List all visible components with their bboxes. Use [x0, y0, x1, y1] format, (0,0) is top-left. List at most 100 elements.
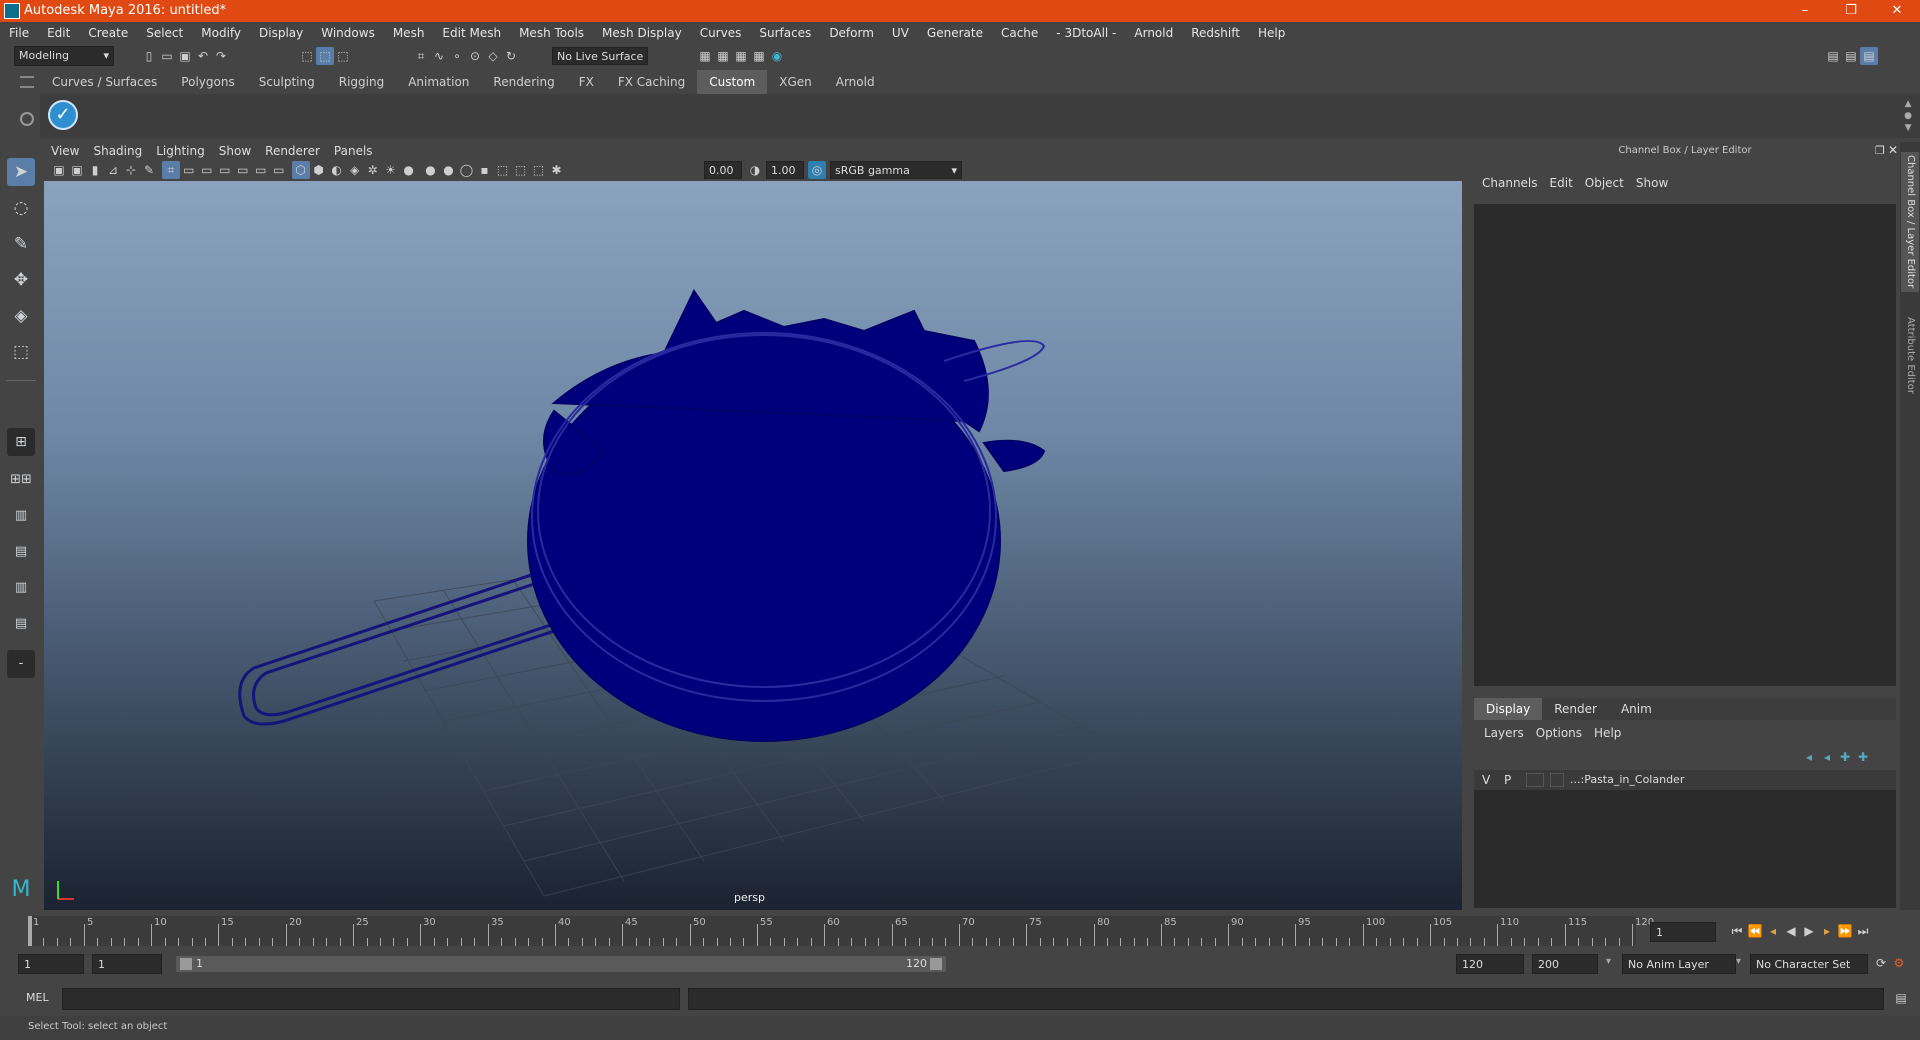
auto-key-icon[interactable]: ⟳: [1872, 954, 1890, 972]
layer-row[interactable]: V P ...:Pasta_in_Colander: [1474, 770, 1896, 790]
snap-grid-icon[interactable]: ⌗: [412, 47, 430, 65]
anim-layer-dropdown[interactable]: No Anim Layer: [1622, 954, 1736, 974]
end-time-field[interactable]: 200: [1532, 954, 1598, 974]
new-layer-selected-icon[interactable]: ✚: [1836, 748, 1854, 766]
channel-box-toggle-icon[interactable]: ▤: [1860, 47, 1878, 65]
single-pane-layout-icon[interactable]: ⊞: [7, 428, 35, 456]
menu-create[interactable]: Create: [79, 22, 137, 44]
menu-help[interactable]: Help: [1249, 22, 1294, 44]
tab-display[interactable]: Display: [1474, 698, 1543, 720]
outliner-layout-icon[interactable]: ▤: [7, 538, 35, 566]
workspace-icon[interactable]: ▤: [1824, 47, 1842, 65]
close-panel-icon[interactable]: ✕: [1888, 143, 1898, 157]
menu-edit[interactable]: Edit: [38, 22, 79, 44]
shelf-tab-fx-caching[interactable]: FX Caching: [606, 70, 697, 94]
field-chart-icon[interactable]: ▭: [234, 161, 252, 179]
shelf-tab-xgen[interactable]: XGen: [767, 70, 824, 94]
shadows-icon[interactable]: ☀: [382, 161, 400, 179]
chevron-down-icon[interactable]: ▾: [1736, 956, 1741, 967]
color-management-icon[interactable]: ◎: [808, 161, 826, 179]
menu-curves[interactable]: Curves: [691, 22, 751, 44]
ambient-occlusion-icon[interactable]: ●: [400, 161, 418, 179]
time-slider[interactable]: 1 5 10 15 20 25 30 35 40 45 50 55 60 65 70 75 80 85 90 95 10…: [0, 914, 1920, 948]
viewport-menu-show[interactable]: Show: [212, 142, 258, 160]
layout-menu-icon[interactable]: -: [7, 650, 35, 678]
menu-mesh[interactable]: Mesh: [384, 22, 434, 44]
range-start-handle[interactable]: [180, 958, 192, 970]
shelf-tab-fx[interactable]: FX: [567, 70, 606, 94]
range-end-handle[interactable]: [930, 958, 942, 970]
menu-modify[interactable]: Modify: [192, 22, 250, 44]
four-pane-layout-icon[interactable]: ⊞⊞: [7, 466, 35, 494]
shelf-settings-icon[interactable]: [20, 112, 34, 126]
wireframe-on-shaded-icon[interactable]: ◐: [328, 161, 346, 179]
motion-blur-icon[interactable]: ●: [421, 161, 439, 179]
snap-curve-icon[interactable]: ∿: [430, 47, 448, 65]
shelf-tab-curves-surfaces[interactable]: Curves / Surfaces: [40, 70, 169, 94]
playback-end-field[interactable]: 120: [1456, 954, 1524, 974]
paint-select-tool-icon[interactable]: ✎: [7, 230, 35, 258]
select-tool-icon[interactable]: ➤: [7, 158, 35, 186]
shelf-tab-custom[interactable]: Custom: [697, 70, 768, 94]
layer-playback-toggle[interactable]: P: [1504, 773, 1511, 787]
shelf-tab-rendering[interactable]: Rendering: [481, 70, 566, 94]
layer-color-swatch[interactable]: [1550, 773, 1564, 787]
select-component-icon[interactable]: ⬚: [334, 47, 352, 65]
textured-icon[interactable]: ◈: [346, 161, 364, 179]
panel-layout-icon[interactable]: ▤: [1842, 47, 1860, 65]
move-layer-down-icon[interactable]: ◂: [1818, 748, 1836, 766]
gate-mask-icon[interactable]: ▭: [216, 161, 234, 179]
side-tab-channel-box[interactable]: Channel Box / Layer Editor: [1901, 152, 1919, 292]
menu-mesh-tools[interactable]: Mesh Tools: [510, 22, 593, 44]
layer-visibility-toggle[interactable]: V: [1482, 773, 1490, 787]
wireframe-icon[interactable]: ⬡: [291, 161, 310, 179]
bookmark-icon[interactable]: ▮: [86, 161, 104, 179]
side-tab-attribute-editor[interactable]: Attribute Editor: [1901, 300, 1919, 410]
menu-3dtoall[interactable]: - 3DtoAll -: [1047, 22, 1125, 44]
gamma-field[interactable]: 1.00: [766, 161, 804, 179]
shelf-tab-animation[interactable]: Animation: [396, 70, 481, 94]
grease-pencil-icon[interactable]: ✎: [140, 161, 158, 179]
hypershade-icon[interactable]: ▦: [750, 47, 768, 65]
current-frame-field[interactable]: 1: [1650, 922, 1716, 942]
shelf-tab-rigging[interactable]: Rigging: [327, 70, 396, 94]
menu-select[interactable]: Select: [137, 22, 192, 44]
minimize-button[interactable]: –: [1782, 0, 1828, 22]
save-scene-icon[interactable]: ▣: [176, 47, 194, 65]
script-editor-icon[interactable]: ▤: [1892, 989, 1910, 1007]
mel-label[interactable]: MEL: [26, 991, 49, 1004]
shelf-tab-arnold[interactable]: Arnold: [824, 70, 887, 94]
snap-surface-icon[interactable]: ◇: [484, 47, 502, 65]
layer-type-toggle[interactable]: [1526, 773, 1544, 787]
range-slider[interactable]: 1 120: [176, 956, 946, 972]
snap-point-icon[interactable]: ∘: [448, 47, 466, 65]
menu-arnold[interactable]: Arnold: [1125, 22, 1182, 44]
gamma-icon[interactable]: ◑: [746, 161, 764, 179]
channel-list[interactable]: [1474, 204, 1896, 686]
xray-components-icon[interactable]: ⬚: [529, 161, 547, 179]
lasso-tool-icon[interactable]: ◌: [7, 194, 35, 222]
anti-aliasing-icon[interactable]: ●: [439, 161, 457, 179]
options-menu[interactable]: Options: [1530, 726, 1588, 740]
select-hierarchy-icon[interactable]: ⬚: [298, 47, 316, 65]
hypershade-layout-icon[interactable]: ▤: [7, 610, 35, 638]
play-backward-icon[interactable]: ◀: [1782, 922, 1800, 940]
character-set-dropdown[interactable]: No Character Set: [1750, 954, 1868, 974]
menu-surfaces[interactable]: Surfaces: [750, 22, 820, 44]
two-pane-layout-icon[interactable]: ▥: [7, 502, 35, 530]
playback-start-field[interactable]: 1: [92, 954, 162, 974]
show-menu[interactable]: Show: [1630, 176, 1674, 190]
viewport-persp[interactable]: persp: [44, 181, 1462, 910]
make-live-icon[interactable]: ↻: [502, 47, 520, 65]
layers-menu[interactable]: Layers: [1478, 726, 1530, 740]
tab-anim[interactable]: Anim: [1609, 698, 1664, 720]
step-forward-frame-icon[interactable]: ▸: [1818, 922, 1836, 940]
viewport-menu-panels[interactable]: Panels: [327, 142, 380, 160]
redo-icon[interactable]: ↷: [212, 47, 230, 65]
menu-display[interactable]: Display: [250, 22, 312, 44]
exposure-icon[interactable]: ✱: [547, 161, 565, 179]
channels-menu[interactable]: Channels: [1476, 176, 1544, 190]
menu-uv[interactable]: UV: [883, 22, 918, 44]
live-surface-field[interactable]: No Live Surface: [552, 47, 648, 65]
viewport-menu-lighting[interactable]: Lighting: [149, 142, 212, 160]
